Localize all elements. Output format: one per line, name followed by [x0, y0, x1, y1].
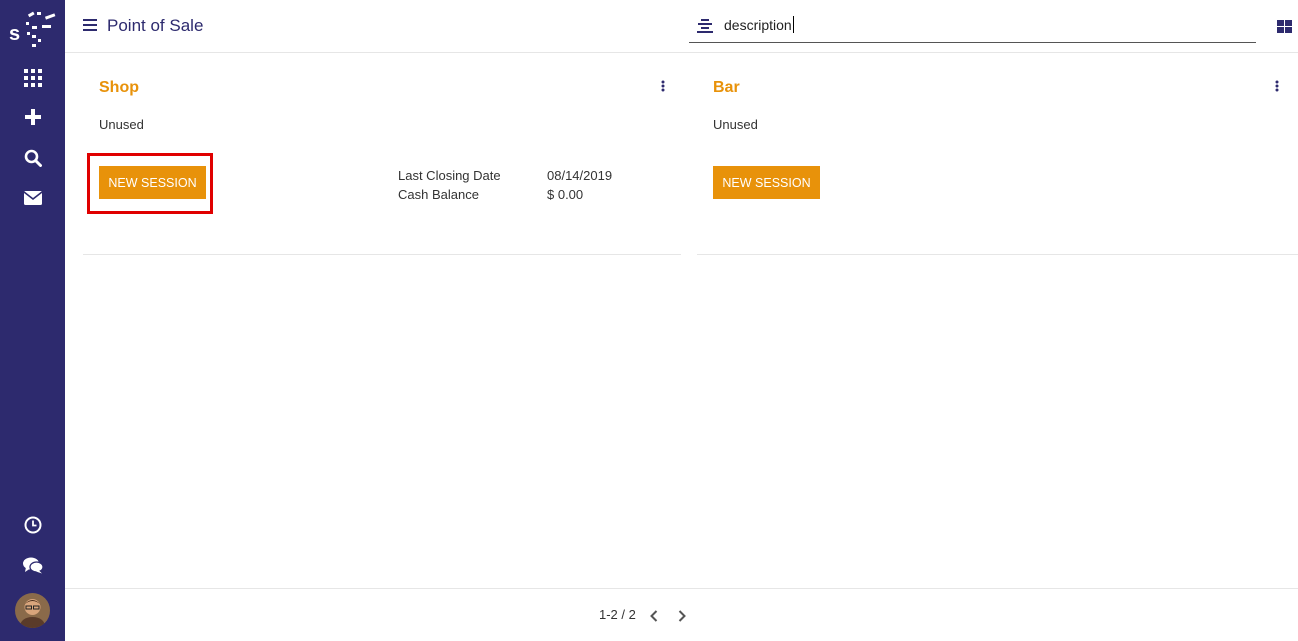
pos-card-shop: Shop Unused NEW SESSION Last Closing Dat… [83, 53, 681, 255]
search-bar: description [689, 10, 1256, 43]
app-logo[interactable]: s [8, 8, 58, 52]
sidebar: s [0, 0, 65, 641]
card-title[interactable]: Shop [99, 79, 139, 97]
card-menu-button[interactable] [1275, 79, 1285, 93]
hamburger-icon [83, 19, 97, 36]
last-closing-date-value: 08/14/2019 [547, 168, 613, 183]
user-avatar[interactable] [15, 593, 50, 628]
chat-icon [22, 557, 43, 574]
session-status: Unused [713, 117, 758, 132]
apps-button[interactable] [0, 63, 65, 93]
grid-view-icon [1277, 20, 1292, 37]
pager-previous-button[interactable] [649, 609, 661, 623]
filter-icon[interactable] [697, 19, 713, 33]
messages-button[interactable] [0, 183, 65, 213]
menu-toggle-button[interactable] [83, 18, 97, 32]
session-status: Unused [99, 117, 144, 132]
plus-icon [24, 109, 41, 125]
last-closing-date-label: Last Closing Date [398, 168, 501, 183]
new-session-button[interactable]: NEW SESSION [99, 166, 206, 199]
svg-text:s: s [9, 23, 20, 45]
page-title: Point of Sale [107, 16, 204, 35]
apps-grid-icon [23, 69, 42, 87]
text-caret [792, 16, 794, 33]
pos-card-bar: Bar Unused NEW SESSION [697, 53, 1298, 255]
cash-balance-label: Cash Balance [398, 187, 479, 202]
kebab-icon [1275, 79, 1279, 96]
pager-next-button[interactable] [677, 609, 689, 623]
global-search-button[interactable] [0, 143, 65, 173]
clock-icon [24, 516, 42, 534]
activity-button[interactable] [0, 510, 65, 540]
cash-balance-value: $ 0.00 [547, 187, 584, 202]
search-input[interactable]: description [724, 16, 794, 33]
chevron-left-icon [649, 610, 659, 627]
kebab-icon [661, 79, 665, 96]
pager-value: 1-2 / 2 [599, 607, 636, 622]
pager-bar: 1-2 / 2 [65, 588, 1298, 641]
card-menu-button[interactable] [661, 79, 671, 93]
chevron-right-icon [677, 610, 687, 627]
top-bar: Point of Sale description [65, 0, 1298, 53]
new-session-button[interactable]: NEW SESSION [713, 166, 820, 199]
kanban-view-button[interactable] [1277, 20, 1292, 33]
envelope-icon [23, 191, 42, 205]
chat-button[interactable] [0, 550, 65, 580]
card-title[interactable]: Bar [713, 79, 740, 97]
search-input-value: description [724, 17, 792, 33]
quick-create-button[interactable] [0, 102, 65, 132]
search-icon [24, 149, 42, 167]
